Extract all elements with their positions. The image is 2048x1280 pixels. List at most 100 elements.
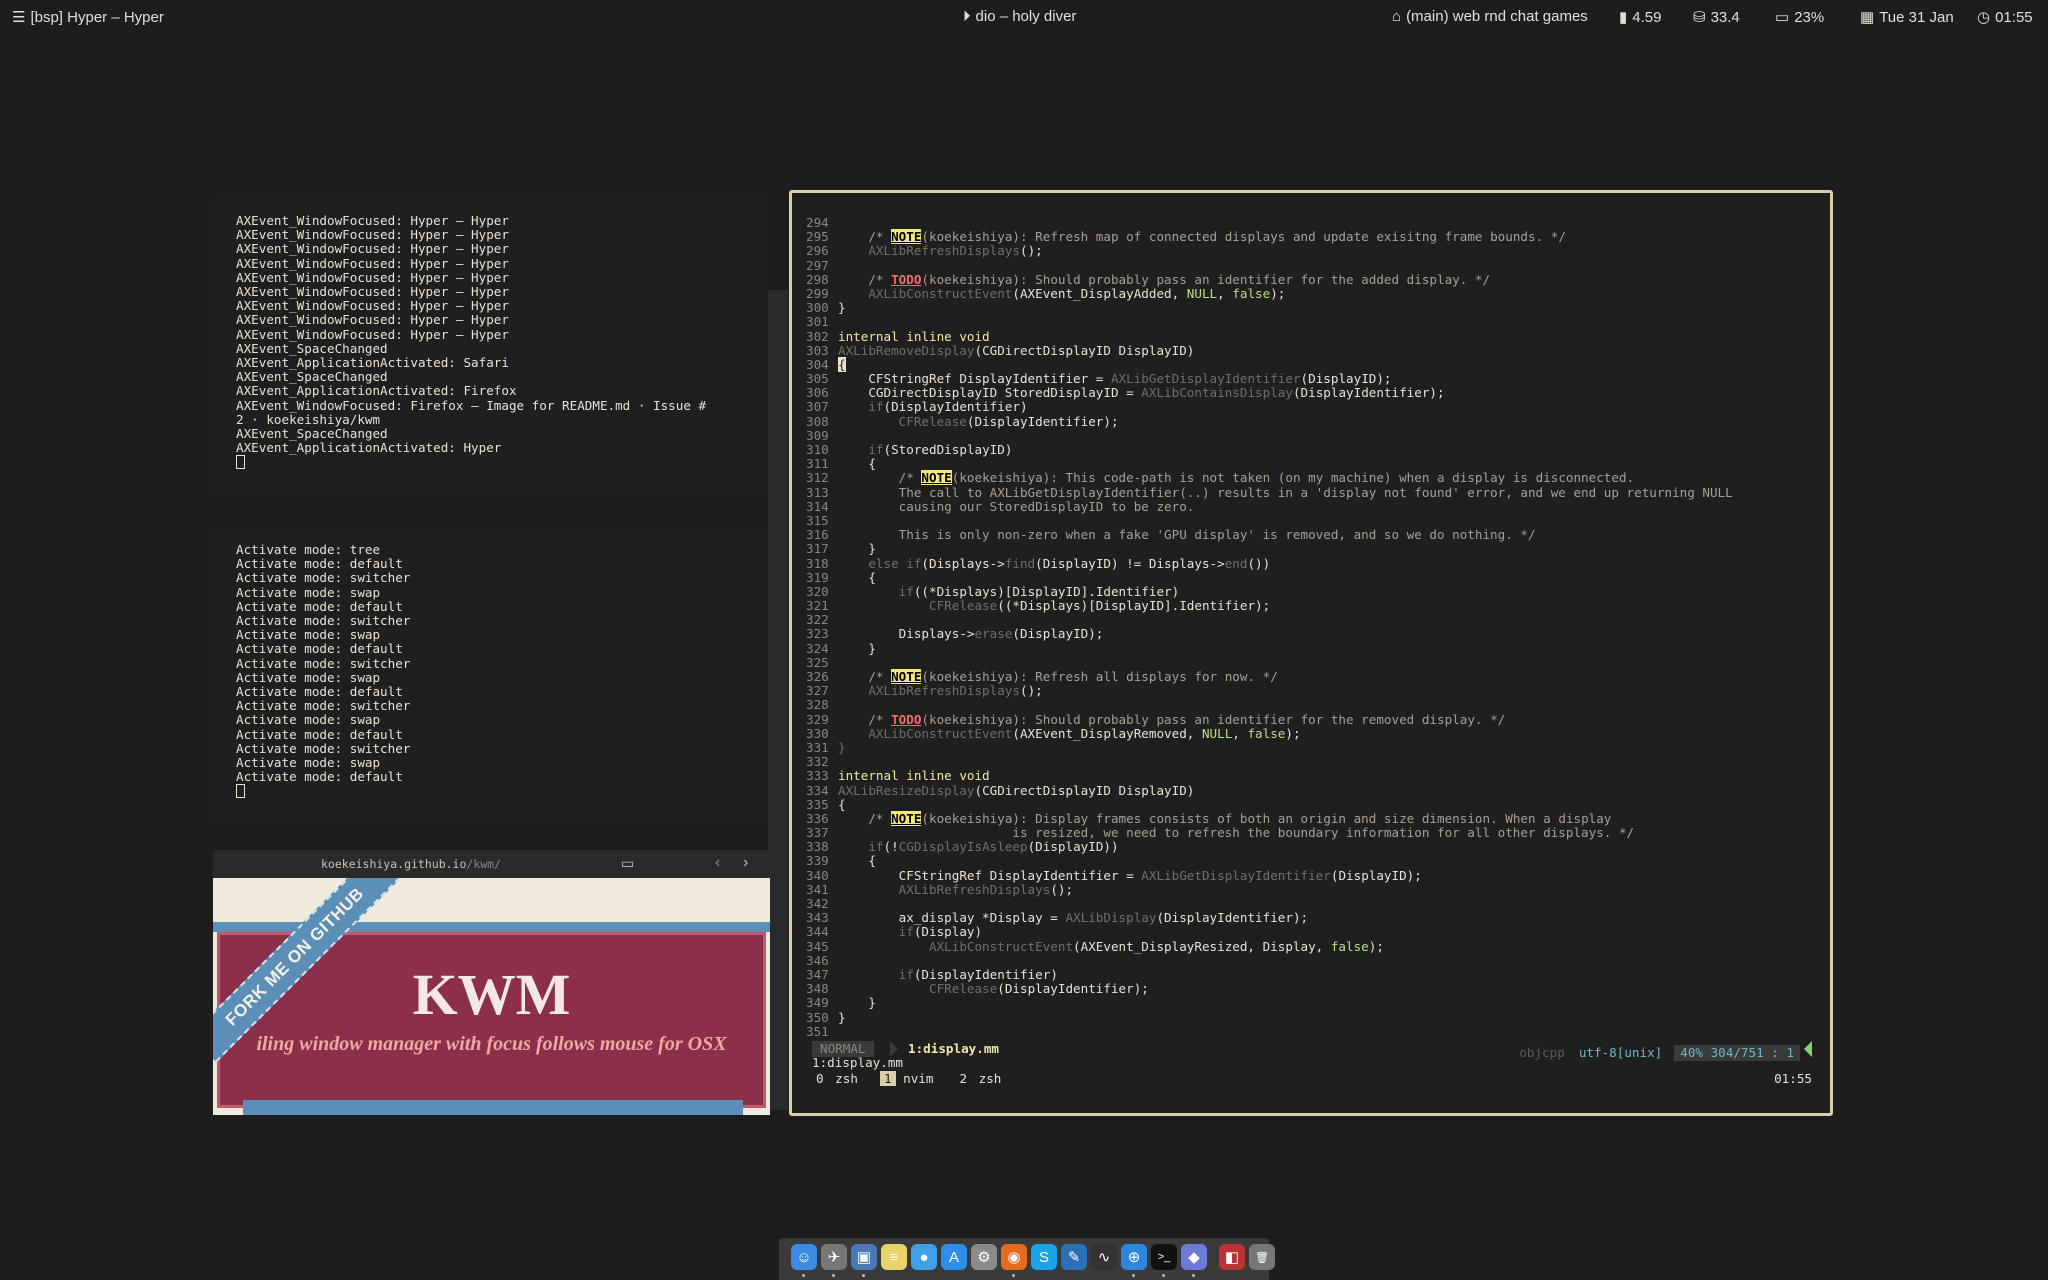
nvim-window[interactable]: 294 295 /* NOTE(koekeishiya): Refresh map… — [789, 190, 1833, 1116]
notes-icon[interactable]: ≡ — [881, 1244, 907, 1270]
photo-booth-icon[interactable]: ◧ — [1219, 1244, 1245, 1270]
back-icon[interactable]: ‹ — [715, 854, 720, 872]
code-token: { — [838, 356, 846, 372]
terminal-icon[interactable]: >_ — [1151, 1244, 1177, 1270]
code-line[interactable]: 317 } — [806, 541, 1733, 556]
code-line[interactable]: 310 if(StoredDisplayID) — [806, 442, 1733, 457]
code-line[interactable]: 351 — [806, 1024, 1733, 1039]
code-line[interactable]: 343 ax_display *Display = AXLibDisplay(D… — [806, 910, 1733, 926]
preview-icon[interactable]: ▣ — [851, 1244, 877, 1270]
code-line[interactable]: 347 if(DisplayIdentifier) — [806, 967, 1733, 982]
code-line[interactable]: 348 CFRelease(DisplayIdentifier); — [806, 981, 1733, 997]
space-indicator[interactable]: ☰ [bsp] Hyper – Hyper — [12, 8, 164, 26]
code-line[interactable]: 306 CGDirectDisplayID StoredDisplayID = … — [806, 385, 1733, 400]
code-line[interactable]: 332 — [806, 754, 1733, 769]
code-line[interactable]: 294 — [806, 215, 1733, 230]
mode-log: Activate mode: tree Activate mode: defaul… — [236, 542, 410, 800]
launchpad-icon[interactable]: ✈ — [821, 1244, 847, 1270]
code-line[interactable]: 327 AXLibRefreshDisplays(); — [806, 683, 1733, 698]
code-line[interactable]: 307 if(DisplayIdentifier) — [806, 399, 1733, 414]
code-line[interactable]: 312 /* NOTE(koekeishiya): This code-path… — [806, 470, 1733, 486]
code-line[interactable]: 329 /* TODO(koekeishiya): Should probabl… — [806, 712, 1733, 727]
line-number: 343 — [806, 910, 829, 926]
code-line[interactable]: 337 is resized, we need to refresh the b… — [806, 825, 1733, 840]
forward-icon[interactable]: › — [743, 854, 748, 872]
url-text[interactable]: koekeishiya.github.io/kwm/ — [321, 857, 501, 871]
now-playing[interactable]: ⏵ dio – holy diver — [963, 8, 1076, 25]
code-line[interactable]: 298 /* TODO(koekeishiya): Should probabl… — [806, 271, 1733, 287]
code-line[interactable]: 338 if(!CGDisplayIsAsleep(DisplayID)) — [806, 839, 1733, 854]
code-line[interactable]: 302 internal inline void — [806, 329, 1733, 344]
code-line[interactable]: 314 causing our StoredDisplayID to be ze… — [806, 499, 1733, 514]
finder-icon[interactable]: ☺ — [791, 1244, 817, 1270]
url-bar[interactable]: koekeishiya.github.io/kwm/ ▭ ‹ › — [213, 850, 770, 878]
code-line[interactable]: 308 CFRelease(DisplayIdentifier); — [806, 414, 1733, 429]
code-token: TODO — [891, 271, 922, 287]
messages-icon[interactable]: ● — [911, 1244, 937, 1270]
code-line[interactable]: 333 internal inline void — [806, 768, 1733, 783]
code-line[interactable]: 340 CFStringRef DisplayIdentifier = AXLi… — [806, 868, 1733, 883]
code-buffer[interactable]: 294 295 /* NOTE(koekeishiya): Refresh map… — [806, 215, 1733, 1039]
code-line[interactable]: 344 if(Display) — [806, 924, 1733, 939]
code-line[interactable]: 299 AXLibConstructEvent(AXEvent_DisplayA… — [806, 286, 1733, 301]
code-line[interactable]: 342 — [806, 896, 1733, 911]
reader-view-icon[interactable]: ▭ — [621, 855, 634, 872]
code-line[interactable]: 349 } — [806, 995, 1733, 1010]
code-line[interactable]: 339 { — [806, 853, 1733, 868]
code-line[interactable]: 345 AXLibConstructEvent(AXEvent_DisplayR… — [806, 939, 1733, 954]
firefox-icon[interactable]: ◉ — [1001, 1244, 1027, 1270]
code-line[interactable]: 296 AXLibRefreshDisplays(); — [806, 243, 1733, 258]
code-line[interactable]: 303 AXLibRemoveDisplay(CGDirectDisplayID … — [806, 343, 1733, 358]
log-line: AXEvent_WindowFocused: Hyper – Hyper — [236, 298, 509, 314]
code-line[interactable]: 304 { — [806, 356, 1733, 372]
code-line[interactable]: 336 /* NOTE(koekeishiya): Display frames… — [806, 810, 1733, 826]
code-line[interactable]: 331} — [806, 740, 1733, 755]
code-line[interactable]: 305 CFStringRef DisplayIdentifier = AXLi… — [806, 371, 1733, 386]
discord-icon[interactable]: ◆ — [1181, 1244, 1207, 1270]
code-line[interactable]: 297 — [806, 258, 1733, 273]
code-line[interactable]: 319 { — [806, 570, 1733, 585]
tmux-window-zsh[interactable]: 2 zsh — [955, 1071, 1001, 1086]
code-line[interactable]: 313 The call to AXLibGetDisplayIdentifie… — [806, 485, 1733, 500]
code-line[interactable]: 321 CFRelease((*Displays)[DisplayID].Ide… — [806, 598, 1733, 613]
system-preferences-icon[interactable]: ⚙ — [971, 1244, 997, 1270]
trash-icon[interactable]: 🗑 — [1249, 1244, 1275, 1270]
code-line[interactable]: 300} — [806, 300, 1733, 315]
line-number: 346 — [806, 952, 829, 968]
code-line[interactable]: 301 — [806, 314, 1733, 329]
code-line[interactable]: 326 /* NOTE(koekeishiya): Refresh all di… — [806, 669, 1733, 684]
code-line[interactable]: 335 { — [806, 797, 1733, 812]
tmux-window-nvim[interactable]: 1 nvim — [879, 1071, 933, 1086]
code-line[interactable]: 316 This is only non-zero when a fake 'G… — [806, 527, 1733, 542]
code-line[interactable]: 328 — [806, 697, 1733, 712]
terminal-pane-modes[interactable]: Activate mode: tree Activate mode: defaul… — [213, 526, 768, 826]
browser-window[interactable]: koekeishiya.github.io/kwm/ ▭ ‹ › KWM ili… — [213, 850, 770, 1115]
tmux-window-zsh[interactable]: 0 zsh — [812, 1071, 858, 1086]
code-line[interactable]: 334 AXLibResizeDisplay(CGDirectDisplayID … — [806, 783, 1733, 798]
code-line[interactable]: 315 — [806, 513, 1733, 528]
terminal-pane-events[interactable]: AXEvent_WindowFocused: Hyper – Hyper AXEv… — [213, 196, 768, 496]
xcode-icon[interactable]: ✎ — [1061, 1244, 1087, 1270]
activity-monitor-icon[interactable]: ∿ — [1091, 1244, 1117, 1270]
code-line[interactable]: 309 — [806, 428, 1733, 443]
code-line[interactable]: 318 else if(Displays->find(DisplayID) !=… — [806, 556, 1733, 571]
code-line[interactable]: 350} — [806, 1010, 1733, 1025]
command-line[interactable]: 1:display.mm — [812, 1055, 903, 1070]
code-line[interactable]: 323 Displays->erase(DisplayID); — [806, 626, 1733, 641]
code-line[interactable]: 325 — [806, 655, 1733, 670]
code-token: NOTE — [891, 810, 922, 826]
line-number: 348 — [806, 981, 829, 997]
code-line[interactable]: 320 if((*Displays)[DisplayID].Identifier… — [806, 584, 1733, 599]
code-line[interactable]: 295 /* NOTE(koekeishiya): Refresh map of… — [806, 229, 1733, 245]
app-store-icon[interactable]: A — [941, 1244, 967, 1270]
code-line[interactable]: 330 AXLibConstructEvent(AXEvent_DisplayR… — [806, 726, 1733, 741]
code-line[interactable]: 324 } — [806, 641, 1733, 656]
safari-icon[interactable]: ⊕ — [1121, 1244, 1147, 1270]
log-line: AXEvent_WindowFocused: Hyper – Hyper — [236, 284, 509, 300]
code-line[interactable]: 341 AXLibRefreshDisplays(); — [806, 882, 1733, 897]
code-line[interactable]: 322 — [806, 612, 1733, 627]
code-line[interactable]: 346 — [806, 952, 1733, 968]
code-line[interactable]: 311 { — [806, 456, 1733, 471]
skype-icon[interactable]: S — [1031, 1244, 1057, 1270]
